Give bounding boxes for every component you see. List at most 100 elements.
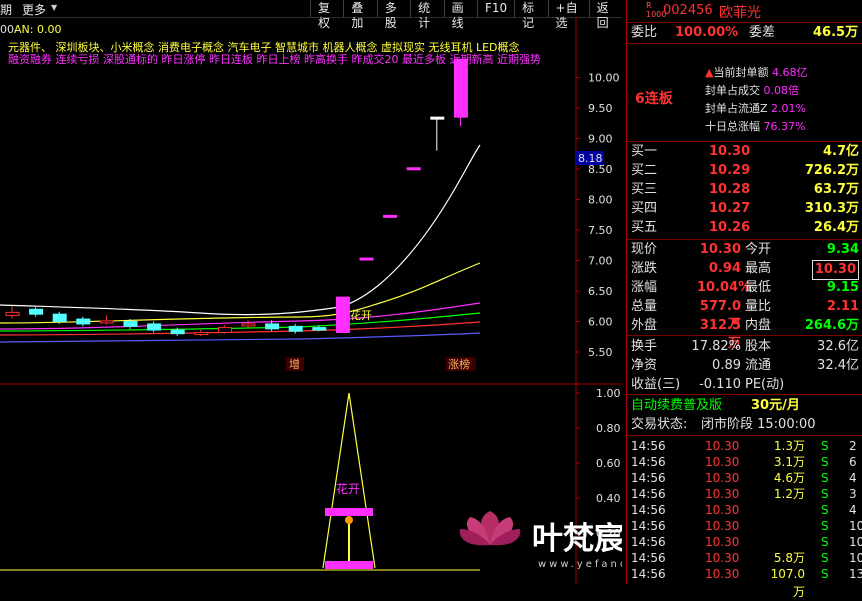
stat-row: 外盘 312.5万 内盘 264.6万 (631, 318, 859, 351)
candle (194, 331, 209, 335)
seal-info-row: 封单占流通Z 2.01% (705, 102, 806, 115)
price-tick-label: 8.00 (588, 194, 613, 207)
weibi-value: 100.00% (675, 25, 739, 40)
quote-panel: R 1000 002456 欧菲光 委比 100.00% 委差 46.5万 6连板… (626, 0, 862, 599)
tag-zhangbang-text: 涨榜 (448, 357, 470, 371)
candle (241, 323, 256, 327)
menu-duogu[interactable]: 多股 (376, 0, 410, 30)
chevron-down-icon[interactable]: ▼ (51, 3, 57, 12)
price-tick-label: 9.50 (588, 102, 613, 115)
candle (406, 167, 421, 171)
watermark-url: www.yefanchen.com (538, 559, 622, 570)
stat-row: 总量 577.0万 量比 2.11 (631, 299, 859, 332)
menu-tongji[interactable]: 统计 (410, 0, 443, 30)
chart-toolbar: 期 更多 ▼ 复权 叠加 多股 统计 画线 F10 标记 +自选 返回 (0, 0, 622, 30)
huakai-label-upper: 花开 (350, 309, 372, 322)
menu-huaxian[interactable]: 画线 (443, 0, 477, 30)
indicator-bar-bottom (325, 561, 373, 569)
indicator-tick-label: 0.40 (596, 492, 621, 505)
weicha-value: 46.5万 (813, 25, 859, 40)
indicator-bar-top (325, 508, 373, 516)
candle (359, 257, 374, 261)
stat-row: 涨幅 10.04% 最低 9.15 (631, 280, 859, 295)
fund-row: 净资 0.89 流通 32.4亿 (631, 358, 859, 373)
period-selector[interactable]: 期 (0, 1, 12, 18)
indicator-header: 00 (0, 23, 14, 36)
candle (288, 325, 303, 332)
tag-zeng-text: 增 (289, 357, 300, 371)
weibi-label: 委比 (631, 25, 658, 40)
seal-info-row: ▲当前封单额 4.68亿 (705, 66, 808, 79)
candle (453, 58, 468, 118)
price-tick-label: 7.00 (588, 255, 613, 268)
candle (217, 327, 232, 333)
stock-title: R 1000 002456 欧菲光 (627, 0, 862, 23)
weibi-row: 委比 100.00% 委差 46.5万 (627, 24, 862, 42)
bid-row[interactable]: 买三 10.28 63.7万 (627, 181, 862, 199)
indicator-dot (345, 516, 353, 524)
more-button[interactable]: 更多 (22, 1, 46, 18)
stat-row: 现价 10.30 今开 9.34 (631, 242, 859, 257)
candle (76, 318, 91, 325)
fund-row: 换手 17.82% 股本 32.6亿 (631, 339, 859, 354)
indicator-tick-label: 0.80 (596, 422, 621, 435)
an-label: AN: 0.00 (14, 23, 61, 36)
candle (5, 311, 20, 316)
price-tick-label: 6.00 (588, 316, 613, 329)
kline-chart[interactable]: 00 AN: 0.00 元器件、 深圳板块、小米概念 消费电子概念 汽车电子 智… (0, 17, 780, 584)
menu-fanhui[interactable]: 返回 (588, 0, 622, 30)
candle (147, 323, 162, 331)
toolbar-menu: 复权 叠加 多股 统计 画线 F10 标记 +自选 返回 (310, 0, 622, 30)
price-tick-label: 10.00 (588, 72, 620, 85)
candle (52, 313, 67, 322)
candle (265, 323, 280, 330)
kline-svg[interactable]: 00 AN: 0.00 元器件、 深圳板块、小米概念 消费电子概念 汽车电子 智… (0, 17, 780, 584)
candle (312, 327, 327, 331)
candles (5, 58, 468, 337)
seal-info-row: 十日总涨幅 76.37% (705, 120, 806, 133)
price-tick-label: 7.50 (588, 224, 613, 237)
promo-title[interactable]: 自动续费普及版 (631, 397, 722, 415)
price-axis: 10.009.509.008.508.007.507.006.506.005.5… (576, 72, 620, 359)
menu-fuquan[interactable]: 复权 (310, 0, 343, 30)
menu-diejia[interactable]: 叠加 (343, 0, 376, 30)
price-tick-label: 5.50 (588, 346, 613, 359)
moving-averages (0, 144, 481, 343)
stock-name[interactable]: 欧菲光 (719, 2, 761, 22)
indicator-tick-label: 1.00 (596, 387, 621, 400)
huakai-label-lower: 花开 (336, 481, 360, 496)
candle (99, 320, 114, 324)
price-tick-label: 6.50 (588, 285, 613, 298)
bid-row[interactable]: 买二 10.29 726.2万 (627, 162, 862, 180)
trade-state-value: 闭市阶段 15:00:00 (701, 417, 816, 432)
concept-tags: 元器件、 深圳板块、小米概念 消费电子概念 汽车电子 智慧城市 机器人概念 虚拟… (8, 40, 520, 54)
candle (123, 321, 138, 327)
promo-row[interactable]: 自动续费普及版 30元/月 (627, 397, 862, 415)
stock-code[interactable]: 002456 (663, 3, 713, 18)
menu-f10[interactable]: F10 (476, 0, 514, 17)
fund-row: 收益(三) -0.110 PE(动) (631, 377, 785, 392)
menu-zixuan[interactable]: +自选 (547, 0, 589, 30)
tick-row: 14:56 10.30 107.0万 S 13 (631, 567, 862, 599)
weicha-label: 委差 (749, 25, 776, 40)
bid-row[interactable]: 买五 10.26 26.4万 (627, 219, 862, 237)
bid-row[interactable]: 买一 10.30 4.7亿 (627, 143, 862, 161)
price-tick-label: 9.00 (588, 133, 613, 146)
watermark-text: 叶梵宸指标公式网 (532, 521, 622, 557)
bid-row[interactable]: 买四 10.27 310.3万 (627, 200, 862, 218)
indicator-axis: 1.000.800.600.400.20 (576, 387, 621, 540)
trade-state-label: 交易状态: (631, 417, 688, 432)
candle (335, 296, 350, 333)
candle (29, 308, 44, 315)
indicator-tick-label: 0.60 (596, 457, 621, 470)
stat-row: 涨跌 0.94 最高 10.30 (627, 260, 862, 280)
price-marker-value: 8.18 (578, 152, 603, 165)
promo-price[interactable]: 30元/月 (751, 397, 800, 415)
ma-white (0, 144, 481, 316)
candle (430, 116, 445, 120)
seal-info-row: 封单占成交 0.08倍 (705, 84, 799, 97)
watermark-logo (459, 511, 521, 546)
menu-biaoji[interactable]: 标记 (514, 0, 547, 30)
candle (170, 329, 185, 335)
lianban-label: 6连板 (635, 91, 673, 107)
